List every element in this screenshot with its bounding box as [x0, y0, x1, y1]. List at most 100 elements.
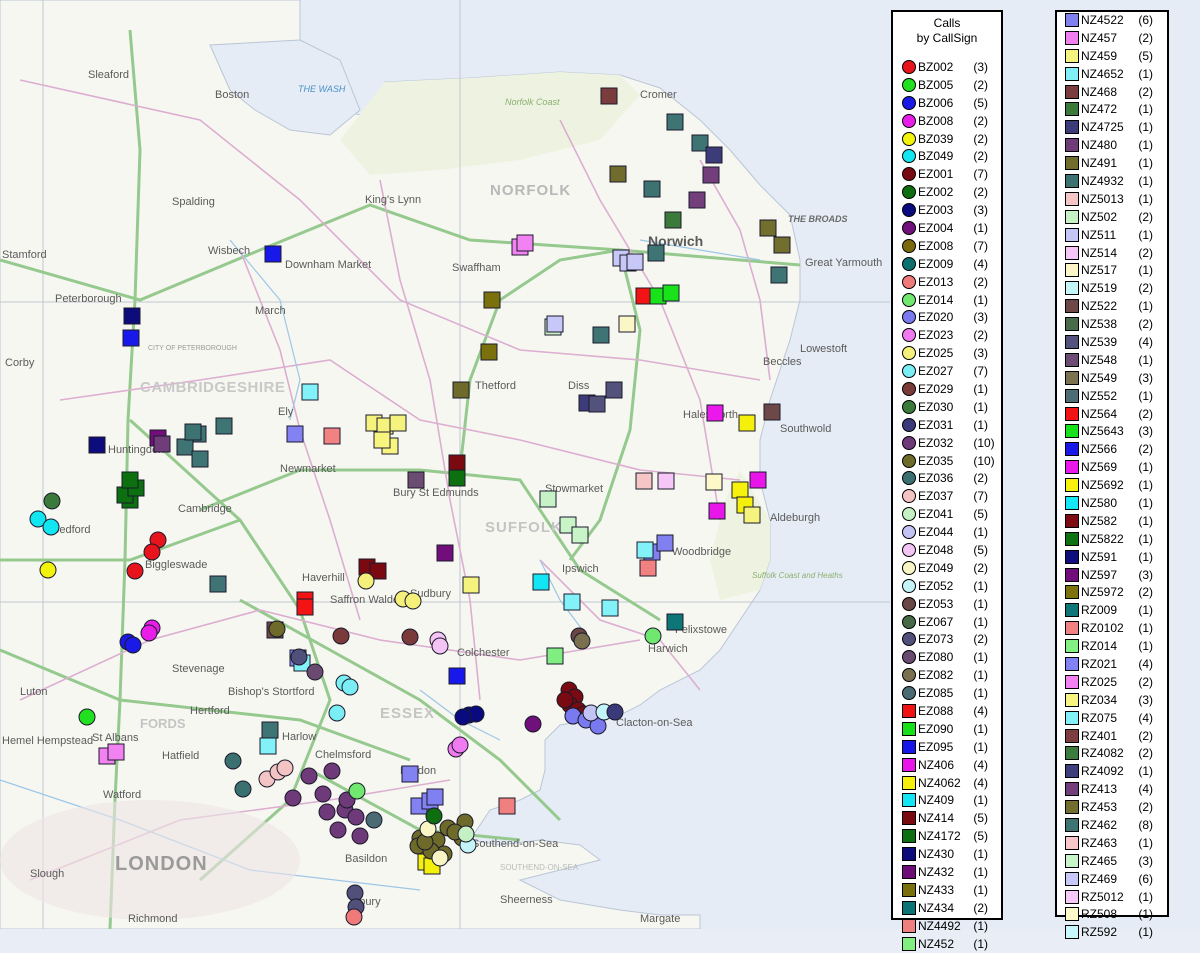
map-marker-square[interactable]: [426, 788, 444, 806]
map-marker-square[interactable]: [708, 502, 726, 520]
map-marker-circle[interactable]: [78, 708, 96, 726]
map-marker-square[interactable]: [639, 559, 657, 577]
map-marker-square[interactable]: [770, 266, 788, 284]
map-marker-square[interactable]: [601, 599, 619, 617]
map-marker-circle[interactable]: [351, 827, 369, 845]
map-marker-square[interactable]: [480, 343, 498, 361]
map-marker-circle[interactable]: [644, 627, 662, 645]
map-marker-square[interactable]: [296, 598, 314, 616]
map-marker-circle[interactable]: [140, 624, 158, 642]
map-marker-square[interactable]: [448, 454, 466, 472]
map-marker-square[interactable]: [191, 450, 209, 468]
map-marker-circle[interactable]: [425, 807, 443, 825]
map-marker-square[interactable]: [121, 471, 139, 489]
map-marker-circle[interactable]: [606, 703, 624, 721]
map-marker-square[interactable]: [532, 573, 550, 591]
map-marker-square[interactable]: [643, 180, 661, 198]
map-marker-circle[interactable]: [39, 561, 57, 579]
map-marker-square[interactable]: [176, 438, 194, 456]
map-marker-circle[interactable]: [457, 825, 475, 843]
map-marker-circle[interactable]: [329, 821, 347, 839]
map-marker-circle[interactable]: [300, 767, 318, 785]
map-marker-square[interactable]: [539, 490, 557, 508]
map-marker-circle[interactable]: [126, 562, 144, 580]
map-marker-square[interactable]: [705, 146, 723, 164]
map-marker-square[interactable]: [546, 315, 564, 333]
map-marker-circle[interactable]: [143, 543, 161, 561]
map-marker-square[interactable]: [448, 469, 466, 487]
map-marker-circle[interactable]: [365, 811, 383, 829]
map-marker-square[interactable]: [563, 593, 581, 611]
map-marker-square[interactable]: [123, 307, 141, 325]
map-marker-square[interactable]: [546, 647, 564, 665]
map-marker-square[interactable]: [462, 576, 480, 594]
map-marker-circle[interactable]: [451, 736, 469, 754]
map-marker-square[interactable]: [588, 395, 606, 413]
map-marker-square[interactable]: [498, 797, 516, 815]
map-marker-circle[interactable]: [347, 808, 365, 826]
map-marker-square[interactable]: [626, 253, 644, 271]
map-marker-square[interactable]: [743, 506, 761, 524]
map-marker-circle[interactable]: [454, 708, 472, 726]
map-marker-square[interactable]: [209, 575, 227, 593]
map-marker-square[interactable]: [656, 534, 674, 552]
map-marker-square[interactable]: [702, 166, 720, 184]
map-marker-square[interactable]: [301, 383, 319, 401]
map-marker-circle[interactable]: [290, 648, 308, 666]
map-marker-circle[interactable]: [306, 663, 324, 681]
map-marker-square[interactable]: [571, 526, 589, 544]
map-marker-square[interactable]: [286, 425, 304, 443]
map-marker-square[interactable]: [666, 613, 684, 631]
map-marker-square[interactable]: [215, 417, 233, 435]
map-marker-circle[interactable]: [573, 632, 591, 650]
map-marker-square[interactable]: [705, 473, 723, 491]
map-marker-circle[interactable]: [431, 849, 449, 867]
map-marker-circle[interactable]: [431, 637, 449, 655]
map-marker-square[interactable]: [448, 667, 466, 685]
map-marker-circle[interactable]: [357, 572, 375, 590]
map-marker-circle[interactable]: [404, 592, 422, 610]
map-marker-square[interactable]: [323, 427, 341, 445]
map-marker-square[interactable]: [261, 721, 279, 739]
map-marker-square[interactable]: [107, 743, 125, 761]
map-marker-circle[interactable]: [276, 759, 294, 777]
map-marker-square[interactable]: [647, 244, 665, 262]
map-marker-circle[interactable]: [224, 752, 242, 770]
map-marker-square[interactable]: [184, 423, 202, 441]
map-canvas[interactable]: NORFOLK SUFFOLK ESSEX CAMBRIDGESHIRE LONDON T…: [0, 0, 1200, 929]
map-marker-square[interactable]: [436, 544, 454, 562]
map-marker-square[interactable]: [731, 481, 749, 499]
map-marker-circle[interactable]: [332, 627, 350, 645]
map-marker-circle[interactable]: [43, 492, 61, 510]
map-marker-square[interactable]: [666, 113, 684, 131]
map-marker-square[interactable]: [88, 436, 106, 454]
map-marker-square[interactable]: [664, 211, 682, 229]
map-marker-square[interactable]: [738, 414, 756, 432]
map-marker-circle[interactable]: [341, 678, 359, 696]
map-marker-square[interactable]: [706, 404, 724, 422]
map-marker-square[interactable]: [122, 329, 140, 347]
map-marker-circle[interactable]: [348, 782, 366, 800]
map-marker-square[interactable]: [389, 414, 407, 432]
map-marker-square[interactable]: [452, 381, 470, 399]
map-marker-circle[interactable]: [268, 620, 286, 638]
map-marker-square[interactable]: [657, 472, 675, 490]
map-marker-circle[interactable]: [314, 785, 332, 803]
map-marker-square[interactable]: [401, 765, 419, 783]
map-marker-circle[interactable]: [323, 762, 341, 780]
map-marker-square[interactable]: [592, 326, 610, 344]
map-marker-square[interactable]: [763, 403, 781, 421]
map-marker-circle[interactable]: [328, 704, 346, 722]
map-marker-square[interactable]: [759, 219, 777, 237]
map-marker-circle[interactable]: [234, 780, 252, 798]
map-marker-square[interactable]: [609, 165, 627, 183]
map-marker-square[interactable]: [259, 737, 277, 755]
map-marker-square[interactable]: [635, 472, 653, 490]
map-marker-square[interactable]: [373, 431, 391, 449]
map-marker-square[interactable]: [264, 245, 282, 263]
map-marker-square[interactable]: [636, 541, 654, 559]
map-marker-circle[interactable]: [124, 636, 142, 654]
map-marker-square[interactable]: [662, 284, 680, 302]
map-marker-square[interactable]: [483, 291, 501, 309]
map-marker-circle[interactable]: [42, 518, 60, 536]
